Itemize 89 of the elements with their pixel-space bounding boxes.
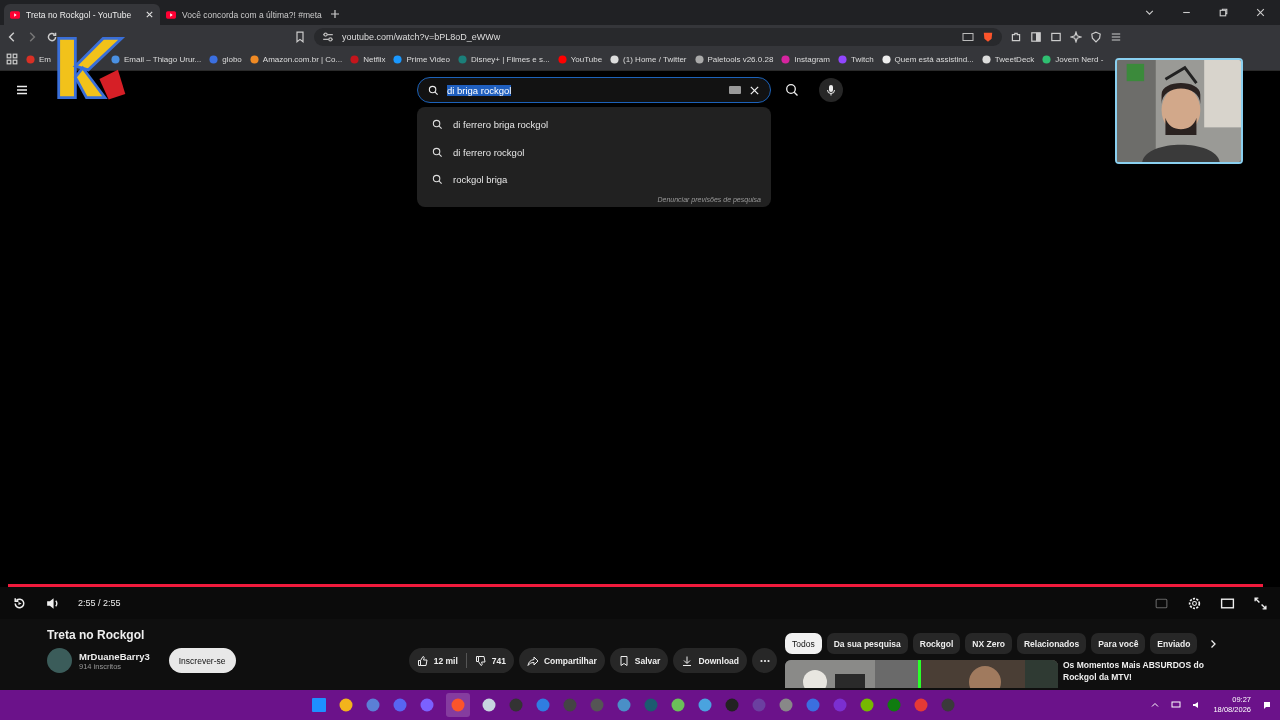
favicon-icon bbox=[111, 54, 120, 64]
filter-chip[interactable]: Todos bbox=[785, 633, 822, 654]
filter-chip[interactable]: Rockgol bbox=[912, 633, 961, 654]
favicon-icon bbox=[26, 54, 35, 64]
filter-chip[interactable]: Da sua pesquisa bbox=[826, 633, 908, 654]
search-suggestion[interactable]: di ferrero briga rockgol bbox=[417, 111, 771, 139]
replay-icon[interactable] bbox=[12, 595, 27, 611]
download-button[interactable]: Download bbox=[673, 648, 747, 673]
time-display: 2:55 / 2:55 bbox=[78, 598, 121, 608]
clear-icon[interactable] bbox=[749, 84, 760, 96]
apps-grid-icon[interactable] bbox=[6, 53, 18, 65]
bookmark-link[interactable]: Jovem Nerd - bbox=[1042, 54, 1104, 64]
bookmark-link[interactable]: Prime Video bbox=[393, 54, 450, 64]
search-suggestion[interactable]: di ferrero rockgol bbox=[417, 138, 771, 166]
video-favicon-icon bbox=[166, 10, 176, 19]
favicon-icon bbox=[694, 54, 704, 64]
dislike-button[interactable]: 741 bbox=[466, 648, 514, 673]
download-icon bbox=[681, 654, 694, 667]
video-favicon-icon bbox=[10, 10, 20, 19]
filter-chip[interactable]: Relacionados bbox=[1016, 633, 1087, 654]
close-icon[interactable] bbox=[1255, 7, 1266, 18]
filter-chip[interactable]: Enviado bbox=[1150, 633, 1198, 654]
favicon-icon bbox=[249, 54, 259, 64]
favicon-icon bbox=[981, 54, 991, 64]
filter-chip[interactable]: NX Zero bbox=[965, 633, 1012, 654]
save-button[interactable]: Salvar bbox=[609, 648, 669, 673]
favicon-icon bbox=[557, 54, 567, 64]
volume-icon[interactable] bbox=[45, 595, 60, 611]
favicon-icon bbox=[781, 54, 791, 64]
thumbs-up-icon bbox=[416, 654, 429, 667]
bookmark-icon bbox=[617, 654, 630, 667]
filter-chip[interactable]: Para você bbox=[1091, 633, 1146, 654]
share-arrow-icon bbox=[526, 654, 539, 667]
search-icon bbox=[432, 146, 443, 158]
chevron-up-icon[interactable] bbox=[1150, 700, 1161, 710]
favicon-icon bbox=[610, 54, 620, 64]
fullscreen-icon[interactable] bbox=[1253, 595, 1268, 611]
video-title[interactable]: Os Momentos Mais ABSURDOS do Rockgol da MTV! bbox=[1063, 660, 1213, 688]
favicon-icon bbox=[881, 54, 891, 64]
favicon-icon bbox=[209, 54, 219, 64]
bookmark-link[interactable]: Email – Thiago Urur... bbox=[111, 54, 202, 64]
restore-icon[interactable] bbox=[1218, 7, 1229, 18]
channel-name[interactable]: MrDuaneBarry3 bbox=[79, 650, 150, 662]
favicon-icon bbox=[1042, 54, 1052, 64]
bookmark-link[interactable]: Instagram bbox=[781, 54, 830, 64]
search-suggestion[interactable]: rockgol briga bbox=[417, 166, 771, 194]
like-button[interactable]: 12 mil bbox=[408, 648, 466, 673]
favicon-icon bbox=[393, 54, 403, 64]
menu-icon[interactable] bbox=[15, 83, 29, 97]
favicon-icon bbox=[457, 54, 467, 64]
bookmark-link[interactable]: Netflix bbox=[350, 54, 386, 64]
search-icon bbox=[432, 119, 443, 131]
search-icon bbox=[428, 84, 439, 96]
bookmark-link[interactable]: Disney+ | Filmes e s... bbox=[457, 54, 550, 64]
bookmark-link[interactable]: (1) Home / Twitter bbox=[610, 54, 687, 64]
new-tab-icon[interactable] bbox=[330, 9, 340, 19]
microphone-icon[interactable] bbox=[819, 78, 843, 102]
reload-icon[interactable] bbox=[46, 30, 58, 43]
favicon-icon bbox=[350, 54, 360, 64]
bookmark-icon[interactable] bbox=[294, 30, 306, 43]
search-icon bbox=[432, 174, 443, 186]
share-button[interactable]: Compartilhar bbox=[518, 648, 605, 673]
bookmark-link[interactable]: YouTube bbox=[557, 54, 603, 64]
sidebar-icon[interactable] bbox=[1030, 30, 1042, 43]
bookmark-link[interactable]: Amazon.com.br | Co... bbox=[249, 54, 343, 64]
thumbs-down-icon bbox=[474, 654, 487, 667]
close-icon[interactable] bbox=[145, 10, 154, 19]
favicon-icon bbox=[837, 54, 847, 64]
notification-icon[interactable] bbox=[1262, 700, 1272, 710]
sparkle-icon[interactable] bbox=[1070, 30, 1082, 43]
shield-icon[interactable] bbox=[1090, 30, 1102, 43]
subscribe-button[interactable]: Inscrever-se bbox=[168, 648, 236, 673]
video-title: Treta no Rockgol bbox=[47, 628, 146, 642]
channel-avatar[interactable] bbox=[47, 648, 72, 673]
bookmark-link[interactable]: Quem está assistind... bbox=[881, 54, 974, 64]
bookmark-link[interactable]: globo bbox=[209, 54, 242, 64]
address-bar[interactable]: youtube.com/watch?v=bPL8oD_eWWw bbox=[314, 27, 1002, 46]
browser-tab[interactable]: Você concorda com a última?! #meta bbox=[160, 4, 324, 25]
bookmark-link[interactable]: Twitch bbox=[837, 54, 874, 64]
search-field[interactable]: di briga rockgol bbox=[417, 77, 771, 103]
search-icon[interactable] bbox=[785, 83, 799, 97]
more-button[interactable] bbox=[752, 648, 777, 673]
url-text: youtube.com/watch?v=bPL8oD_eWWw bbox=[342, 31, 501, 42]
settings-icon[interactable] bbox=[1187, 595, 1202, 611]
browser-tab[interactable]: Treta no Rockgol - YouTube bbox=[4, 4, 160, 25]
sliders-icon[interactable] bbox=[322, 30, 334, 43]
bookmark-link[interactable]: Paletools v26.0.28 bbox=[694, 54, 774, 64]
bookmark-link[interactable]: Em bbox=[26, 54, 51, 64]
bookmark-link[interactable]: TweetDeck bbox=[981, 54, 1035, 64]
